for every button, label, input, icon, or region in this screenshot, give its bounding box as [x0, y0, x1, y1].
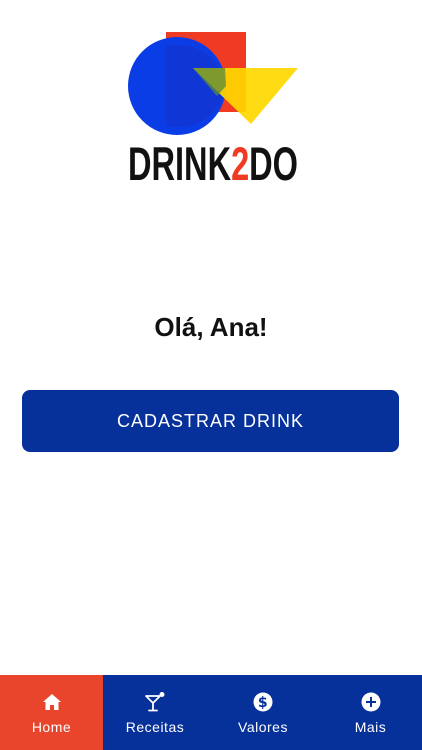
nav-item-receitas[interactable]: Receitas	[103, 675, 207, 750]
logo-text-two: 2	[231, 137, 249, 185]
nav-label-home: Home	[31, 718, 72, 735]
bottom-navigation: Home Receitas $ Valores Mais	[0, 675, 422, 750]
logo-text-do: DO	[249, 137, 298, 185]
home-icon	[41, 691, 63, 713]
nav-label-mais: Mais	[354, 718, 387, 735]
nav-item-home[interactable]: Home	[0, 675, 103, 750]
nav-label-valores: Valores	[238, 718, 288, 735]
nav-label-receitas: Receitas	[125, 718, 185, 735]
cocktail-icon	[144, 691, 166, 713]
plus-icon	[360, 691, 382, 713]
greeting-title: Olá, Ana!	[154, 312, 268, 342]
app-logo: DRINK2DO	[125, 30, 305, 185]
svg-text:DRINK2DO: DRINK2DO	[128, 137, 298, 185]
logo-text-drink: DRINK	[128, 137, 231, 185]
svg-text:$: $	[258, 695, 268, 711]
nav-item-mais[interactable]: Mais	[319, 675, 422, 750]
dollar-icon: $	[252, 691, 274, 713]
register-drink-button[interactable]: CADASTRAR DRINK	[22, 390, 399, 452]
nav-item-valores[interactable]: $ Valores	[207, 675, 319, 750]
